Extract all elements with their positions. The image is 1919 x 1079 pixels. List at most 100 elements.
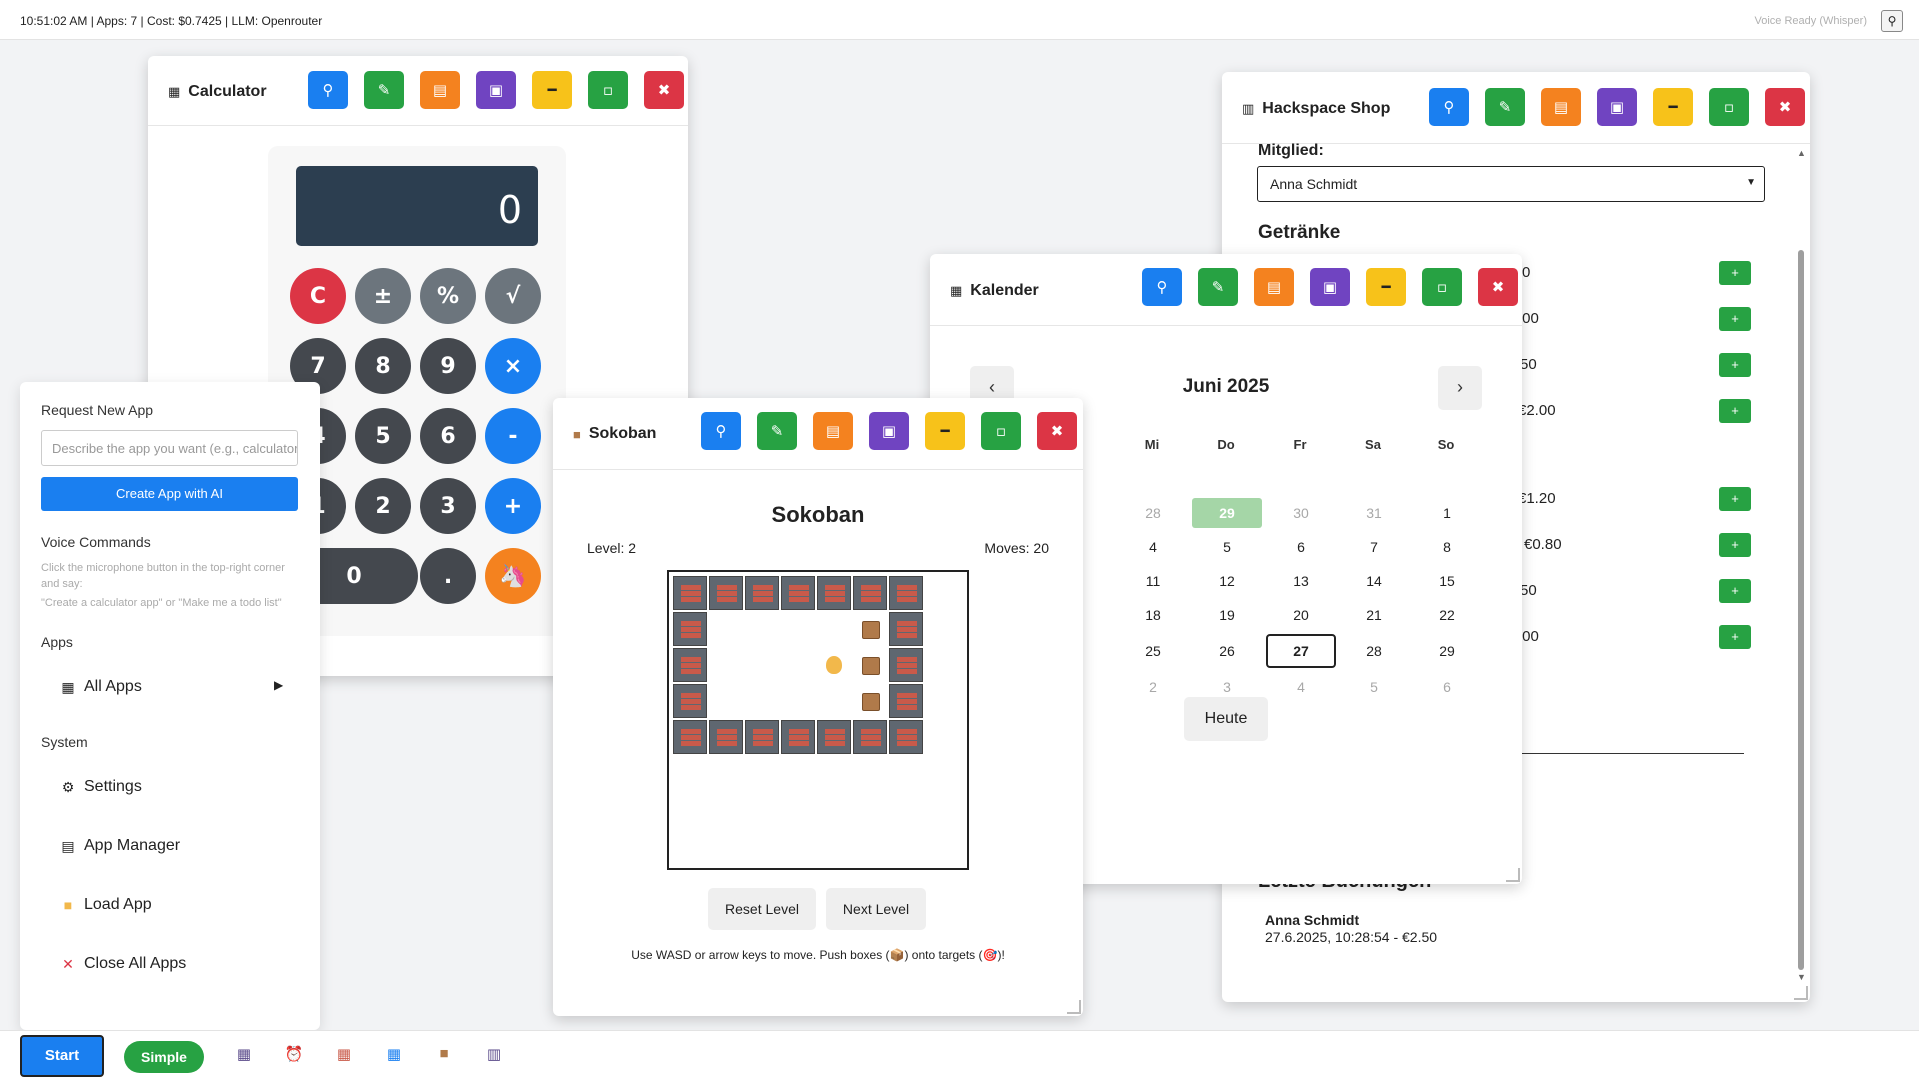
calendar-day[interactable]: 8 bbox=[1412, 532, 1482, 562]
simple-mode-button[interactable]: Simple bbox=[124, 1041, 204, 1073]
calendar-header[interactable]: ▦ Kalender ⚲ ✎ ▤ ▣ ━ ▫ ✖ bbox=[930, 254, 1522, 326]
microphone-button[interactable]: ⚲ bbox=[701, 412, 741, 450]
app-request-input[interactable]: Describe the app you want (e.g., calcula… bbox=[41, 430, 298, 466]
percent-button[interactable]: % bbox=[420, 268, 476, 324]
member-select[interactable]: Anna Schmidt ▼ bbox=[1257, 166, 1765, 202]
shop-icon[interactable]: ▥ bbox=[484, 1045, 504, 1063]
calendar-day[interactable]: 28 bbox=[1118, 498, 1188, 528]
key-6[interactable]: 6 bbox=[420, 408, 476, 464]
calendar-day[interactable]: 22 bbox=[1412, 600, 1482, 630]
calendar-day[interactable]: 5 bbox=[1192, 532, 1262, 562]
microphone-icon[interactable]: ⚲ bbox=[1881, 10, 1903, 32]
scroll-up-arrow[interactable]: ▲ bbox=[1797, 148, 1806, 158]
calendar-day[interactable]: 27 bbox=[1266, 634, 1336, 668]
resize-handle[interactable] bbox=[1067, 1000, 1081, 1014]
maximize-button[interactable]: ▫ bbox=[588, 71, 628, 109]
add-item-button[interactable]: + bbox=[1719, 307, 1751, 331]
calendar-day[interactable]: 11 bbox=[1118, 566, 1188, 596]
settings-item[interactable]: ⚙ Settings bbox=[60, 778, 142, 796]
calendar-day[interactable]: 4 bbox=[1118, 532, 1188, 562]
clear-button[interactable]: C bbox=[290, 268, 346, 324]
save-button[interactable]: ▣ bbox=[476, 71, 516, 109]
sokoban-box-icon[interactable]: ■ bbox=[434, 1045, 454, 1062]
calendar-day[interactable]: 29 bbox=[1412, 636, 1482, 666]
add-item-button[interactable]: + bbox=[1719, 487, 1751, 511]
calculator-header[interactable]: ▦ Calculator ⚲ ✎ ▤ ▣ ━ ▫ ✖ bbox=[148, 56, 688, 126]
close-all-apps-item[interactable]: ✕ Close All Apps bbox=[60, 955, 186, 973]
calendar-day[interactable]: 18 bbox=[1118, 600, 1188, 630]
maximize-button[interactable]: ▫ bbox=[1422, 268, 1462, 306]
edit-button[interactable]: ✎ bbox=[364, 71, 404, 109]
subtract-button[interactable]: - bbox=[485, 408, 541, 464]
sokoban-header[interactable]: ■ Sokoban ⚲ ✎ ▤ ▣ ━ ▫ ✖ bbox=[553, 398, 1083, 470]
calendar-day[interactable]: 29 bbox=[1192, 498, 1262, 528]
resize-handle[interactable] bbox=[1794, 986, 1808, 1000]
resize-handle[interactable] bbox=[1506, 868, 1520, 882]
reset-level-button[interactable]: Reset Level bbox=[708, 888, 816, 930]
edit-button[interactable]: ✎ bbox=[1485, 88, 1525, 126]
close-button[interactable]: ✖ bbox=[644, 71, 684, 109]
create-app-button[interactable]: Create App with AI bbox=[41, 477, 298, 511]
calendar-day[interactable]: 14 bbox=[1339, 566, 1409, 596]
add-item-button[interactable]: + bbox=[1719, 399, 1751, 423]
calendar-day[interactable]: 20 bbox=[1266, 600, 1336, 630]
save-button[interactable]: ▣ bbox=[869, 412, 909, 450]
edit-button[interactable]: ✎ bbox=[757, 412, 797, 450]
add-item-button[interactable]: + bbox=[1719, 579, 1751, 603]
minimize-button[interactable]: ━ bbox=[532, 71, 572, 109]
key-8[interactable]: 8 bbox=[355, 338, 411, 394]
document-button[interactable]: ▤ bbox=[813, 412, 853, 450]
add-button[interactable]: + bbox=[485, 478, 541, 534]
app-manager-item[interactable]: ▤ App Manager bbox=[60, 837, 180, 855]
close-button[interactable]: ✖ bbox=[1478, 268, 1518, 306]
sign-button[interactable]: ± bbox=[355, 268, 411, 324]
document-button[interactable]: ▤ bbox=[1541, 88, 1581, 126]
unicorn-button[interactable]: 🦄 bbox=[485, 548, 541, 604]
minimize-button[interactable]: ━ bbox=[1653, 88, 1693, 126]
add-item-button[interactable]: + bbox=[1719, 261, 1751, 285]
close-button[interactable]: ✖ bbox=[1037, 412, 1077, 450]
calculator-icon[interactable]: ▦ bbox=[234, 1045, 254, 1063]
minimize-button[interactable]: ━ bbox=[1366, 268, 1406, 306]
key-5[interactable]: 5 bbox=[355, 408, 411, 464]
calendar-day[interactable]: 7 bbox=[1339, 532, 1409, 562]
game-board[interactable] bbox=[667, 570, 969, 870]
calendar-day[interactable]: 28 bbox=[1339, 636, 1409, 666]
today-button[interactable]: Heute bbox=[1184, 697, 1268, 741]
scroll-down-arrow[interactable]: ▼ bbox=[1797, 972, 1806, 982]
maximize-button[interactable]: ▫ bbox=[1709, 88, 1749, 126]
calendar-day[interactable]: 12 bbox=[1192, 566, 1262, 596]
load-app-item[interactable]: ■ Load App bbox=[60, 896, 152, 914]
save-button[interactable]: ▣ bbox=[1597, 88, 1637, 126]
calendar-day[interactable]: 21 bbox=[1339, 600, 1409, 630]
calendar-icon[interactable]: ▦ bbox=[384, 1045, 404, 1063]
calendar-day[interactable]: 15 bbox=[1412, 566, 1482, 596]
minimize-button[interactable]: ━ bbox=[925, 412, 965, 450]
edit-button[interactable]: ✎ bbox=[1198, 268, 1238, 306]
calendar-day[interactable]: 26 bbox=[1192, 636, 1262, 666]
decimal-button[interactable]: . bbox=[420, 548, 476, 604]
document-button[interactable]: ▤ bbox=[1254, 268, 1294, 306]
calendar-day[interactable]: 6 bbox=[1266, 532, 1336, 562]
calendar-day[interactable]: 2 bbox=[1118, 672, 1188, 702]
calendar-day[interactable]: 13 bbox=[1266, 566, 1336, 596]
calendar-day[interactable]: 30 bbox=[1266, 498, 1336, 528]
start-button[interactable]: Start bbox=[20, 1035, 104, 1077]
multiply-button[interactable]: × bbox=[485, 338, 541, 394]
sqrt-button[interactable]: √ bbox=[485, 268, 541, 324]
add-item-button[interactable]: + bbox=[1719, 353, 1751, 377]
save-button[interactable]: ▣ bbox=[1310, 268, 1350, 306]
shop-header[interactable]: ▥ Hackspace Shop ⚲ ✎ ▤ ▣ ━ ▫ ✖ bbox=[1222, 72, 1810, 144]
microphone-button[interactable]: ⚲ bbox=[1429, 88, 1469, 126]
microphone-button[interactable]: ⚲ bbox=[308, 71, 348, 109]
key-9[interactable]: 9 bbox=[420, 338, 476, 394]
document-button[interactable]: ▤ bbox=[420, 71, 460, 109]
microphone-button[interactable]: ⚲ bbox=[1142, 268, 1182, 306]
key-2[interactable]: 2 bbox=[355, 478, 411, 534]
next-month-button[interactable]: › bbox=[1438, 366, 1482, 410]
add-item-button[interactable]: + bbox=[1719, 533, 1751, 557]
add-item-button[interactable]: + bbox=[1719, 625, 1751, 649]
key-3[interactable]: 3 bbox=[420, 478, 476, 534]
calculator-app-icon[interactable]: ▦ bbox=[334, 1045, 354, 1063]
calendar-day[interactable]: 6 bbox=[1412, 672, 1482, 702]
